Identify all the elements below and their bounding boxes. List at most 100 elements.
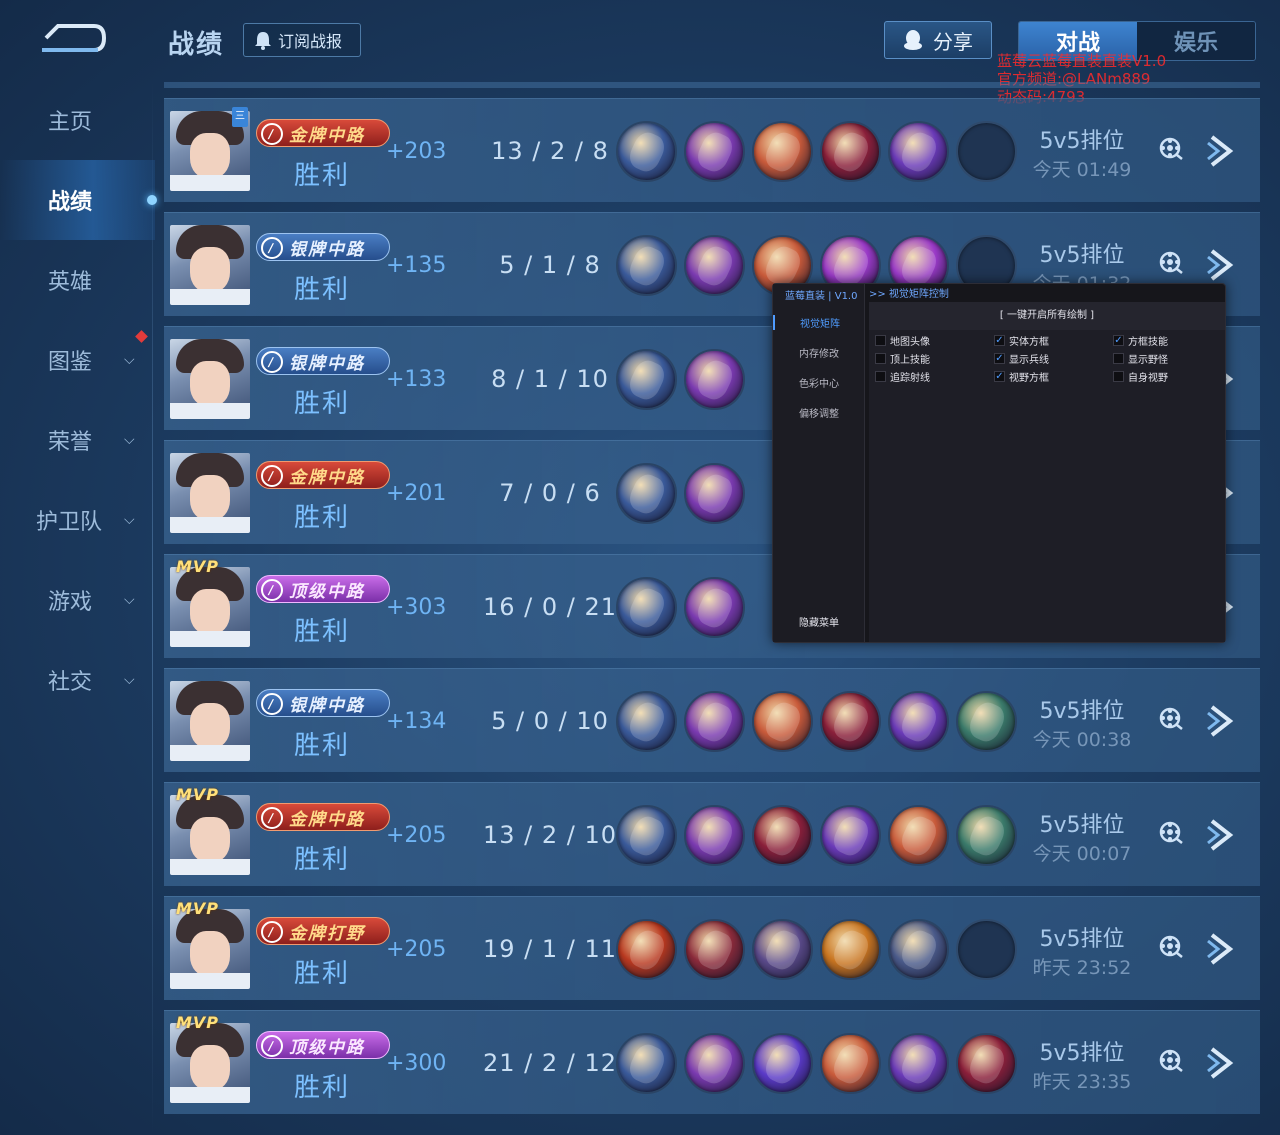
item-slots (616, 919, 1017, 980)
score-change: +133 (386, 367, 447, 392)
item-icon (752, 691, 813, 752)
chevron-right-icon[interactable] (1204, 247, 1238, 283)
checkbox-box[interactable]: ✓ (994, 335, 1005, 346)
checkbox-box[interactable] (875, 353, 886, 364)
chevron-right-icon[interactable] (1204, 1045, 1238, 1081)
replay-icon[interactable] (1157, 933, 1183, 959)
match-row[interactable]: MVP ∕ 金牌中路 +205 胜利 13 / 2 / 10 5v5排位 今天 00:07 (164, 782, 1260, 886)
enable-all-button[interactable]: [ 一键开启所有绘制 ] (869, 302, 1225, 330)
match-result: 胜利 (294, 161, 351, 191)
overlay-menu-item[interactable]: 视觉矩阵 (773, 315, 865, 330)
overlay-option-checkbox[interactable]: 自身视野 (1113, 369, 1168, 384)
item-icon (956, 1033, 1017, 1094)
lane-icon: ∕ (261, 579, 283, 601)
lane-icon: ∕ (261, 123, 283, 145)
checkbox-box[interactable]: ✓ (994, 371, 1005, 382)
checkbox-box[interactable]: ✓ (1113, 335, 1124, 346)
match-row[interactable]: ∕ 银牌中路 +134 胜利 5 / 0 / 10 5v5排位 今天 00:38 (164, 668, 1260, 772)
hero-avatar (170, 909, 250, 989)
score-change: +135 (386, 253, 447, 278)
checkbox-box[interactable] (875, 371, 886, 382)
option-label: 显示野怪 (1128, 355, 1168, 366)
overlay-option-checkbox[interactable]: ✓ 显示兵线 (994, 351, 1049, 366)
option-label: 顶上技能 (890, 355, 930, 366)
subscribe-report-button[interactable]: 订阅战报 (243, 23, 361, 57)
empty-item-slot (956, 121, 1017, 182)
replay-icon[interactable] (1157, 705, 1183, 731)
overlay-menu-brand: 蓝莓直装 | V1.0 (785, 291, 858, 302)
overlay-menu-item[interactable]: 内存修改 (773, 345, 865, 360)
checkbox-box[interactable] (875, 335, 886, 346)
overlay-option-checkbox[interactable]: ✓ 实体方框 (994, 333, 1049, 348)
match-row[interactable]: MVP ∕ 顶级中路 +300 胜利 21 / 2 / 12 5v5排位 昨天 23:35 (164, 1010, 1260, 1114)
overlay-menu-item[interactable]: 色彩中心 (773, 375, 865, 390)
match-result: 胜利 (294, 275, 351, 305)
chevron-right-icon[interactable] (1204, 133, 1238, 169)
hide-menu-button[interactable]: 隐藏菜单 (773, 614, 865, 629)
sidebar-item-guard[interactable]: 护卫队 ⌵ (0, 480, 155, 560)
item-icon (616, 805, 677, 866)
checkbox-box[interactable] (1113, 353, 1124, 364)
kda: 16 / 0 / 21 (482, 593, 618, 621)
role-label: 银牌中路 (289, 353, 365, 374)
overlay-option-checkbox[interactable]: ✓ 方框技能 (1113, 333, 1168, 348)
replay-icon[interactable] (1157, 135, 1183, 161)
chevron-right-icon[interactable] (1204, 817, 1238, 853)
sidebar-item-games[interactable]: 游戏 ⌵ (0, 560, 155, 640)
sidebar-item-heroes[interactable]: 英雄 (0, 240, 155, 320)
chevron-right-icon[interactable] (1204, 931, 1238, 967)
overlay-option-checkbox[interactable]: 地图头像 (875, 333, 930, 348)
bell-icon (255, 32, 271, 50)
sidebar-item-records[interactable]: 战绩 (0, 160, 157, 240)
role-label: 金牌中路 (289, 467, 365, 488)
game-mode: 5v5排位 (1039, 927, 1125, 952)
hero-avatar (170, 567, 250, 647)
item-icon (684, 577, 745, 638)
match-time: 今天 00:07 (1032, 843, 1132, 865)
match-result: 胜利 (294, 959, 351, 989)
back-icon[interactable] (38, 18, 108, 58)
kda: 5 / 0 / 10 (491, 707, 609, 735)
match-time: 今天 00:38 (1032, 729, 1132, 751)
overlay-option-checkbox[interactable]: 顶上技能 (875, 351, 930, 366)
kda: 7 / 0 / 6 (499, 479, 601, 507)
sidebar-item-codex[interactable]: 图鉴 ⌵ (0, 320, 155, 400)
role-badge: ∕ 金牌中路 (256, 803, 390, 831)
item-icon (616, 919, 677, 980)
item-slots (616, 577, 745, 638)
replay-icon[interactable] (1157, 249, 1183, 275)
share-button[interactable]: 分享 (884, 21, 992, 59)
mvp-badge: MVP (176, 1013, 220, 1032)
sidebar-item-home[interactable]: 主页 (0, 80, 155, 160)
item-icon (684, 235, 745, 296)
role-badge: ∕ 银牌中路 (256, 347, 390, 375)
item-icon (820, 919, 881, 980)
chevron-right-icon[interactable] (1204, 703, 1238, 739)
checkbox-box[interactable]: ✓ (994, 353, 1005, 364)
match-row[interactable]: 三 ∕ 金牌中路 +203 胜利 13 / 2 / 8 5v5排位 今天 01:49 (164, 98, 1260, 202)
sidebar-item-honor[interactable]: 荣誉 ⌵ (0, 400, 155, 480)
option-label: 视野方框 (1009, 373, 1049, 384)
hero-avatar (170, 225, 250, 305)
item-icon (616, 349, 677, 410)
mvp-badge: MVP (176, 785, 220, 804)
hero-avatar (170, 1023, 250, 1103)
overlay-menu-item[interactable]: 偏移调整 (773, 405, 865, 420)
overlay-option-checkbox[interactable]: ✓ 视野方框 (994, 369, 1049, 384)
checkbox-box[interactable] (1113, 371, 1124, 382)
item-icon (752, 1033, 813, 1094)
watermark-line: 蓝莓云蓝莓直装直装V1.0 (997, 52, 1167, 70)
match-row[interactable]: MVP ∕ 金牌打野 +205 胜利 19 / 1 / 11 5v5排位 昨天 23:52 (164, 896, 1260, 1000)
sidebar-item-label: 游戏 (48, 590, 93, 615)
replay-icon[interactable] (1157, 819, 1183, 845)
empty-item-slot (956, 919, 1017, 980)
overlay-option-checkbox[interactable]: 显示野怪 (1113, 351, 1168, 366)
replay-icon[interactable] (1157, 1047, 1183, 1073)
sidebar-item-social[interactable]: 社交 ⌵ (0, 640, 155, 720)
kda: 8 / 1 / 10 (491, 365, 609, 393)
item-icon (616, 691, 677, 752)
kda: 5 / 1 / 8 (499, 251, 601, 279)
overlay-menu: 蓝莓直装 | V1.0 >> 视觉矩阵控制 视觉矩阵 内存修改 色彩中心 偏移调… (772, 283, 1226, 643)
overlay-option-checkbox[interactable]: 追踪射线 (875, 369, 930, 384)
lane-icon: ∕ (261, 921, 283, 943)
